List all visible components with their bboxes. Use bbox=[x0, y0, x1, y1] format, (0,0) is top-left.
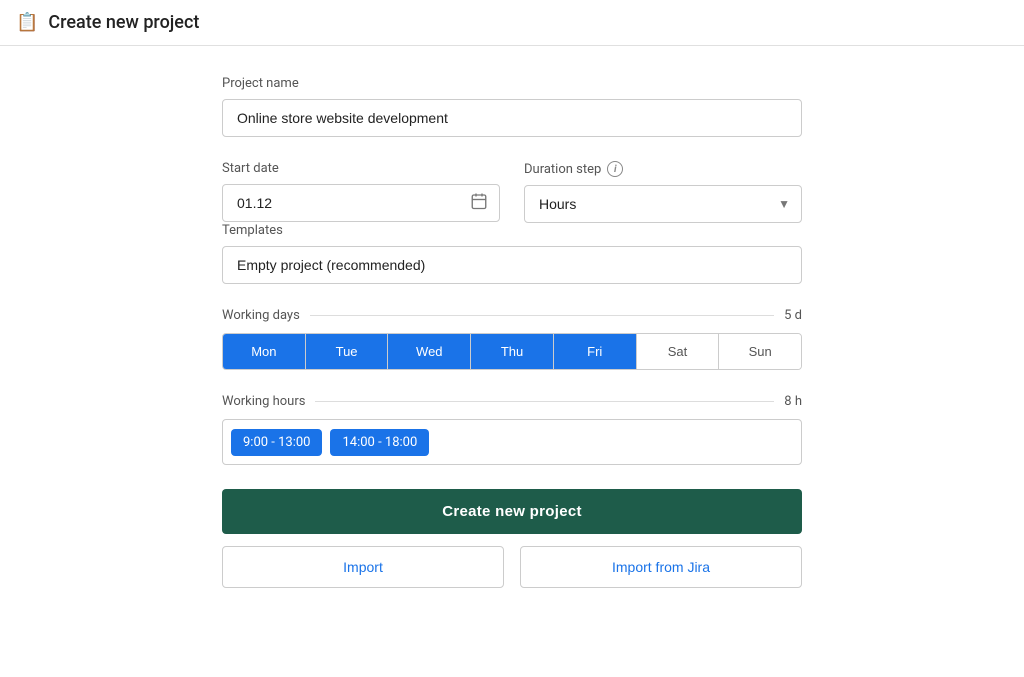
start-date-col: Start date bbox=[222, 161, 500, 223]
import-jira-button[interactable]: Import from Jira bbox=[520, 546, 802, 588]
working-days-count: 5 d bbox=[784, 308, 802, 323]
duration-step-label: Duration step bbox=[524, 162, 601, 177]
working-days-divider bbox=[310, 315, 774, 316]
project-name-label: Project name bbox=[222, 76, 802, 91]
page-header: 📋 Create new project bbox=[0, 0, 1024, 46]
working-hours-label: Working hours bbox=[222, 394, 305, 409]
days-container: Mon Tue Wed Thu Fri Sat Sun bbox=[222, 333, 802, 370]
duration-step-col: Duration step i Hours Days Weeks ▼ bbox=[524, 161, 802, 223]
create-project-button[interactable]: Create new project bbox=[222, 489, 802, 534]
day-sat-button[interactable]: Sat bbox=[637, 334, 720, 369]
project-name-group: Project name bbox=[222, 76, 802, 137]
day-fri-button[interactable]: Fri bbox=[554, 334, 637, 369]
page-icon: 📋 bbox=[16, 12, 38, 33]
start-date-label: Start date bbox=[222, 161, 500, 176]
working-days-group: Working days 5 d Mon Tue Wed Thu Fri Sat… bbox=[222, 308, 802, 370]
working-days-header: Working days 5 d bbox=[222, 308, 802, 323]
day-sun-button[interactable]: Sun bbox=[719, 334, 801, 369]
page-title: Create new project bbox=[48, 12, 199, 33]
info-icon[interactable]: i bbox=[607, 161, 623, 177]
duration-step-wrapper: Hours Days Weeks ▼ bbox=[524, 185, 802, 223]
working-hours-divider bbox=[315, 401, 774, 402]
day-wed-button[interactable]: Wed bbox=[388, 334, 471, 369]
import-button[interactable]: Import bbox=[222, 546, 504, 588]
hour-range-2[interactable]: 14:00 - 18:00 bbox=[330, 429, 429, 456]
duration-label-row: Duration step i bbox=[524, 161, 802, 177]
form-container: Project name Start date Duration s bbox=[202, 76, 822, 588]
working-hours-count: 8 h bbox=[784, 394, 802, 409]
start-date-input[interactable] bbox=[222, 184, 500, 222]
calendar-icon[interactable] bbox=[470, 192, 488, 214]
templates-group: Templates bbox=[222, 223, 802, 284]
working-days-label: Working days bbox=[222, 308, 300, 323]
secondary-buttons: Import Import from Jira bbox=[222, 546, 802, 588]
start-date-wrapper bbox=[222, 184, 500, 222]
date-duration-row: Start date Duration step i bbox=[222, 161, 802, 223]
working-hours-header: Working hours 8 h bbox=[222, 394, 802, 409]
day-mon-button[interactable]: Mon bbox=[223, 334, 306, 369]
day-tue-button[interactable]: Tue bbox=[306, 334, 389, 369]
duration-step-select[interactable]: Hours Days Weeks bbox=[524, 185, 802, 223]
hours-container: 9:00 - 13:00 14:00 - 18:00 bbox=[222, 419, 802, 465]
templates-label: Templates bbox=[222, 223, 802, 238]
day-thu-button[interactable]: Thu bbox=[471, 334, 554, 369]
project-name-input[interactable] bbox=[222, 99, 802, 137]
templates-input[interactable] bbox=[222, 246, 802, 284]
working-hours-group: Working hours 8 h 9:00 - 13:00 14:00 - 1… bbox=[222, 394, 802, 465]
hour-range-1[interactable]: 9:00 - 13:00 bbox=[231, 429, 322, 456]
